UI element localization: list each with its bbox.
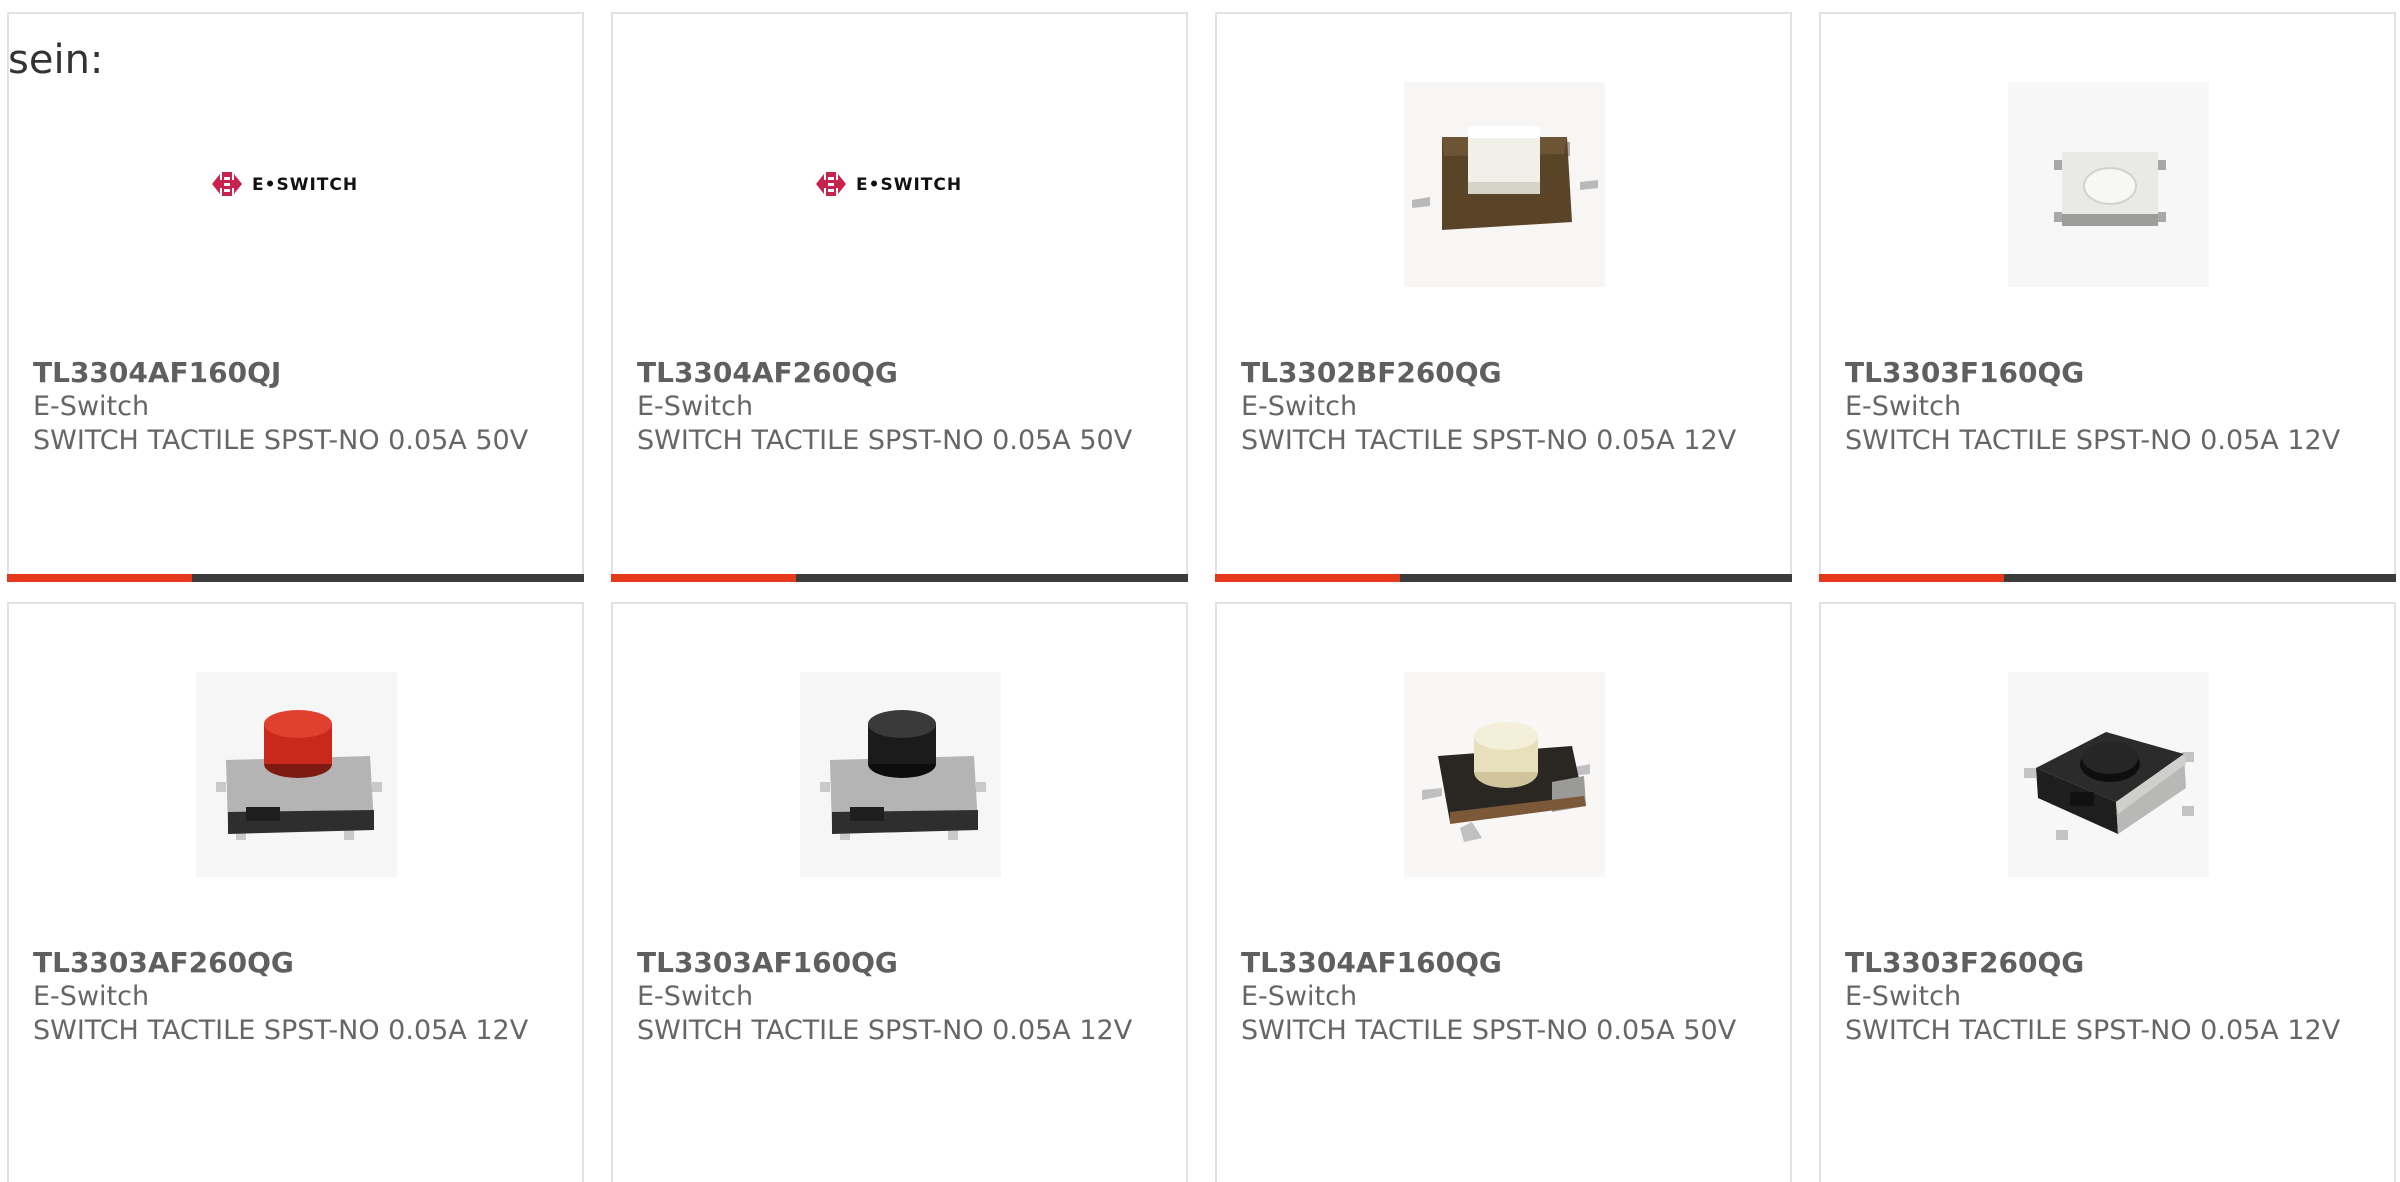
part-number-link[interactable]: TL3304AF160QJ [33, 356, 570, 390]
intro-text: sein: [8, 37, 104, 83]
black-button-switch-image [798, 672, 1003, 877]
card-accent-bar [611, 574, 1188, 582]
product-description: SWITCH TACTILE SPST-NO 0.05A 50V [33, 425, 529, 456]
product-card[interactable]: TL3303F160QG E-Switch SWITCH TACTILE SPS… [1819, 12, 2396, 582]
product-card[interactable]: TL3303AF160QG E-Switch SWITCH TACTILE SP… [611, 602, 1188, 1182]
product-card[interactable]: TL3304AF160QG E-Switch SWITCH TACTILE SP… [1215, 602, 1792, 1182]
part-number-link[interactable]: TL3303AF260QG [33, 946, 570, 980]
card-accent-fill [611, 574, 796, 582]
red-button-switch-image [194, 672, 399, 877]
product-info: TL3304AF160QG E-Switch SWITCH TACTILE SP… [1241, 946, 1778, 1048]
part-number-link[interactable]: TL3303AF160QG [637, 946, 1174, 980]
product-description: SWITCH TACTILE SPST-NO 0.05A 12V [1845, 425, 2341, 456]
product-description: SWITCH TACTILE SPST-NO 0.05A 50V [637, 425, 1133, 456]
manufacturer-name: E-Switch [1845, 981, 1962, 1012]
cream-button-switch-image [1402, 672, 1607, 877]
product-card[interactable]: TL3303F260QG E-Switch SWITCH TACTILE SPS… [1819, 602, 2396, 1182]
card-accent-fill [1215, 574, 1400, 582]
product-info: TL3303AF160QG E-Switch SWITCH TACTILE SP… [637, 946, 1174, 1048]
product-description: SWITCH TACTILE SPST-NO 0.05A 12V [1845, 1015, 2341, 1046]
product-card[interactable]: TL3303AF260QG E-Switch SWITCH TACTILE SP… [7, 602, 584, 1182]
part-number-link[interactable]: TL3304AF260QG [637, 356, 1174, 390]
product-info: TL3304AF160QJ E-Switch SWITCH TACTILE SP… [33, 356, 570, 458]
part-number-link[interactable]: TL3304AF160QG [1241, 946, 1778, 980]
product-info: TL3304AF260QG E-Switch SWITCH TACTILE SP… [637, 356, 1174, 458]
card-accent-fill [7, 574, 192, 582]
product-description: SWITCH TACTILE SPST-NO 0.05A 50V [1241, 1015, 1737, 1046]
product-description: SWITCH TACTILE SPST-NO 0.05A 12V [637, 1015, 1133, 1046]
product-card[interactable]: E•SWITCH TL3304AF160QJ E-Switch SWITCH T… [7, 12, 584, 582]
part-number-link[interactable]: TL3303F260QG [1845, 946, 2382, 980]
e-switch-logo-icon: E•SWITCH [194, 82, 399, 287]
manufacturer-name: E-Switch [33, 391, 150, 422]
card-accent-fill [1819, 574, 2004, 582]
manufacturer-name: E-Switch [637, 981, 754, 1012]
brown-smd-switch-image [1402, 82, 1607, 287]
manufacturer-name: E-Switch [1241, 981, 1358, 1012]
product-card[interactable]: E•SWITCH TL3304AF260QG E-Switch SWITCH T… [611, 12, 1188, 582]
card-accent-bar [7, 574, 584, 582]
product-info: TL3303AF260QG E-Switch SWITCH TACTILE SP… [33, 946, 570, 1048]
product-description: SWITCH TACTILE SPST-NO 0.05A 12V [1241, 425, 1737, 456]
product-info: TL3303F160QG E-Switch SWITCH TACTILE SPS… [1845, 356, 2382, 458]
black-flat-switch-image [2006, 672, 2211, 877]
svg-text:E•SWITCH: E•SWITCH [252, 175, 358, 195]
product-info: TL3303F260QG E-Switch SWITCH TACTILE SPS… [1845, 946, 2382, 1048]
product-description: SWITCH TACTILE SPST-NO 0.05A 12V [33, 1015, 529, 1046]
manufacturer-name: E-Switch [33, 981, 150, 1012]
white-smd-switch-image [2006, 82, 2211, 287]
manufacturer-name: E-Switch [1845, 391, 1962, 422]
part-number-link[interactable]: TL3302BF260QG [1241, 356, 1778, 390]
manufacturer-name: E-Switch [1241, 391, 1358, 422]
manufacturer-name: E-Switch [637, 391, 754, 422]
product-card[interactable]: TL3302BF260QG E-Switch SWITCH TACTILE SP… [1215, 12, 1792, 582]
card-accent-bar [1819, 574, 2396, 582]
product-grid: E•SWITCH TL3304AF160QJ E-Switch SWITCH T… [0, 0, 2400, 1182]
product-info: TL3302BF260QG E-Switch SWITCH TACTILE SP… [1241, 356, 1778, 458]
card-accent-bar [1215, 574, 1792, 582]
svg-text:E•SWITCH: E•SWITCH [856, 175, 962, 195]
e-switch-logo-icon: E•SWITCH [798, 82, 1003, 287]
part-number-link[interactable]: TL3303F160QG [1845, 356, 2382, 390]
